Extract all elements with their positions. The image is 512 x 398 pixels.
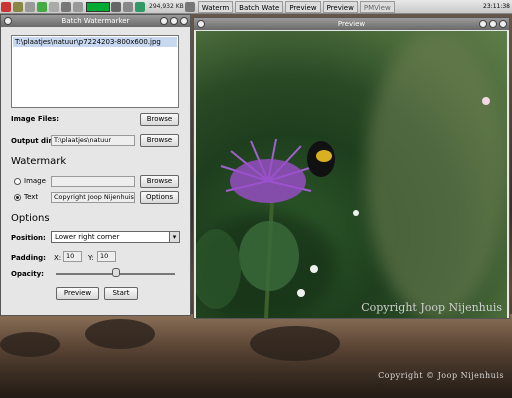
options-heading: Options xyxy=(11,213,50,224)
rock xyxy=(85,319,155,349)
taskbar: 294,932 KB Waterm Batch Wate Preview Pre… xyxy=(0,0,512,14)
shore-scene xyxy=(0,314,512,398)
folder-icon[interactable] xyxy=(61,1,71,12)
app-icon[interactable] xyxy=(184,1,195,12)
browse-output-button[interactable]: Browse xyxy=(140,134,179,147)
padding-x-label: X: xyxy=(54,254,62,262)
file-list[interactable]: T:\plaatjes\natuur\p7224203-800x600.jpg xyxy=(11,35,179,108)
monitor-icon[interactable] xyxy=(111,1,121,12)
rock xyxy=(0,332,60,357)
network-icon[interactable] xyxy=(37,1,47,12)
titlebar[interactable]: Batch Watermarker xyxy=(1,15,190,27)
position-value: Lower right corner xyxy=(55,233,120,241)
titlebar[interactable]: Preview xyxy=(194,18,509,30)
preview-button[interactable]: Preview xyxy=(56,287,99,300)
text-radio[interactable] xyxy=(14,194,21,201)
preview-window: Preview Copyright Joop Nijenhuis xyxy=(193,17,510,319)
browse-images-button[interactable]: Browse xyxy=(140,113,179,126)
clock: 23:11:38 xyxy=(483,3,510,10)
desktop-watermark: Copyright © Joop Nijenhuis xyxy=(378,371,504,380)
image-files-label: Image Files: xyxy=(11,115,60,123)
window-title: Batch Watermarker xyxy=(61,17,130,25)
chevron-down-icon[interactable]: ▾ xyxy=(169,232,179,242)
image-path-field[interactable] xyxy=(51,176,135,187)
window-menu-icon[interactable] xyxy=(4,17,12,25)
watermark-text-field[interactable]: Copyright Joop Nijenhuis xyxy=(51,192,135,203)
list-item[interactable]: T:\plaatjes\natuur\p7224203-800x600.jpg xyxy=(13,37,177,47)
padding-y-label: Y: xyxy=(88,254,94,262)
window-menu-icon[interactable] xyxy=(197,20,205,28)
text-radio-label: Text xyxy=(24,193,39,201)
app-menu-icon[interactable] xyxy=(1,1,11,12)
cpu-graph xyxy=(86,1,110,12)
search-icon[interactable] xyxy=(25,1,35,12)
image-radio-label: Image xyxy=(24,177,46,185)
task-button[interactable]: Batch Wate xyxy=(235,0,284,13)
output-dir-label: Output dir: xyxy=(11,137,55,145)
watermark-overlay: Copyright Joop Nijenhuis xyxy=(361,301,502,314)
task-button[interactable]: Preview xyxy=(285,0,321,13)
disk-icon[interactable] xyxy=(49,1,59,12)
window-title: Preview xyxy=(337,20,366,28)
maximize-icon[interactable] xyxy=(489,20,497,28)
output-dir-field[interactable]: T:\plaatjes\natuur xyxy=(51,135,135,146)
padding-x-field[interactable]: 10 xyxy=(63,251,82,262)
thistle-flower-illustration xyxy=(196,97,490,318)
opacity-slider-thumb[interactable] xyxy=(111,268,120,277)
image-radio[interactable] xyxy=(14,178,21,185)
minimize-icon[interactable] xyxy=(160,17,168,25)
task-button[interactable]: PMView xyxy=(359,0,395,13)
task-button[interactable]: Waterm xyxy=(197,0,234,13)
close-icon[interactable] xyxy=(499,20,507,28)
start-button[interactable]: Start xyxy=(104,287,138,300)
position-label: Position: xyxy=(11,234,46,242)
launcher-icon[interactable] xyxy=(13,1,23,12)
maximize-icon[interactable] xyxy=(170,17,178,25)
memory-readout: 294,932 KB xyxy=(149,3,184,10)
minimize-icon[interactable] xyxy=(479,20,487,28)
task-button[interactable]: Preview xyxy=(322,0,358,13)
preview-image: Copyright Joop Nijenhuis xyxy=(196,31,507,318)
position-select[interactable]: Lower right corner ▾ xyxy=(51,231,180,243)
settings-icon[interactable] xyxy=(123,1,133,12)
tool-icon[interactable] xyxy=(73,1,83,12)
opacity-label: Opacity: xyxy=(11,270,44,278)
watermark-heading: Watermark xyxy=(11,156,67,167)
options-button[interactable]: Options xyxy=(140,191,179,204)
padding-y-field[interactable]: 10 xyxy=(97,251,116,262)
rock xyxy=(250,326,340,361)
close-icon[interactable] xyxy=(180,17,188,25)
batch-watermarker-window: Batch Watermarker T:\plaatjes\natuur\p72… xyxy=(0,14,191,316)
memory-icon xyxy=(135,1,145,12)
padding-label: Padding: xyxy=(11,254,46,262)
browse-image-button[interactable]: Browse xyxy=(140,175,179,188)
